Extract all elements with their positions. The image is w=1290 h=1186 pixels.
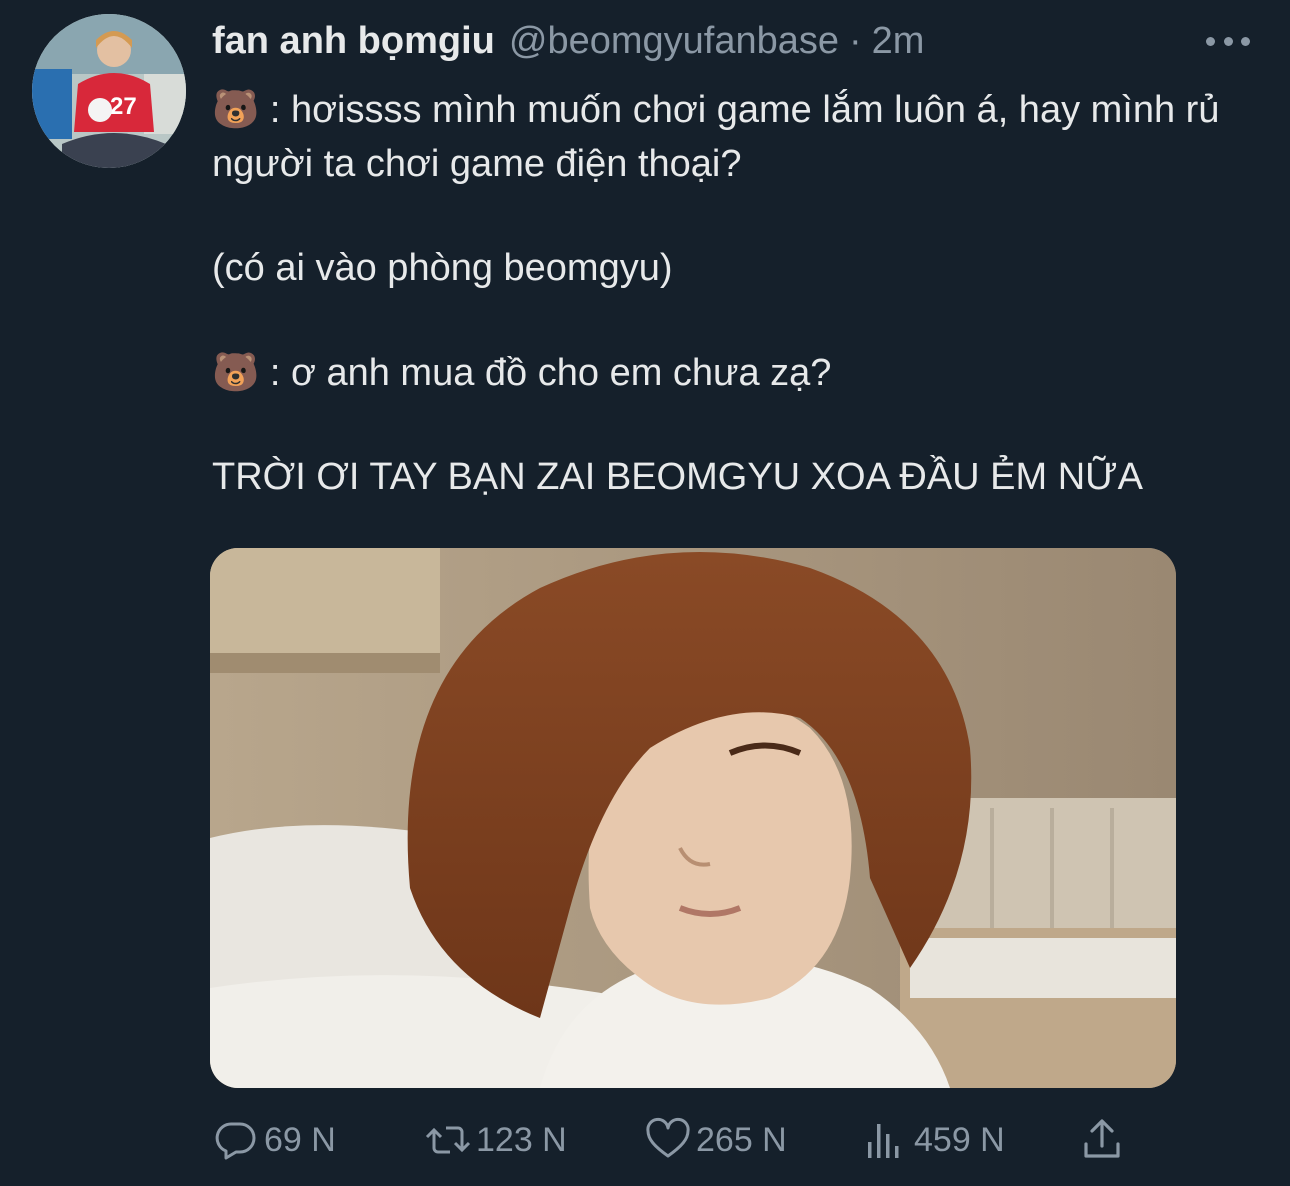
- retweet-count: 123 N: [476, 1120, 567, 1159]
- tweet-text: 🐻 : hơissss mình muốn chơi game lắm luôn…: [212, 82, 1272, 504]
- user-handle[interactable]: @beomgyufanbase: [509, 18, 839, 64]
- share-button[interactable]: [1078, 1110, 1130, 1170]
- tweet-line-3-text: : ơ anh mua đồ cho em chưa zạ?: [259, 352, 832, 394]
- views-button[interactable]: 459 N: [862, 1110, 1005, 1170]
- share-icon: [1084, 1119, 1120, 1158]
- reply-count: 69 N: [264, 1120, 336, 1159]
- like-button[interactable]: 265 N: [644, 1110, 787, 1170]
- tweet-line-2: (có ai vào phòng beomgyu): [212, 247, 673, 289]
- tweet-line-4: TRỜI ƠI TAY BẠN ZAI BEOMGYU XOA ĐẦU ẺM N…: [212, 456, 1143, 498]
- tweet-line-1-text: : hơissss mình muốn chơi game lắm luôn á…: [212, 89, 1220, 185]
- timestamp[interactable]: 2m: [872, 18, 925, 64]
- more-icon[interactable]: [1206, 34, 1250, 48]
- avatar[interactable]: 27: [32, 14, 186, 168]
- photo-image: [210, 548, 1176, 1088]
- bear-emoji: 🐻: [212, 350, 260, 394]
- views-icon: [868, 1124, 899, 1158]
- tweet-line-1: 🐻 : hơissss mình muốn chơi game lắm luôn…: [212, 82, 1272, 191]
- tweet-photo[interactable]: [210, 548, 1176, 1088]
- like-count: 265 N: [696, 1120, 787, 1159]
- tweet-line-3: 🐻 : ơ anh mua đồ cho em chưa zạ?: [212, 345, 1272, 400]
- tweet[interactable]: 27 fan anh bọmgiu @beomgyufanbase · 2m 🐻…: [0, 0, 1290, 1186]
- views-count: 459 N: [914, 1120, 1005, 1159]
- retweet-button[interactable]: 123 N: [424, 1110, 567, 1170]
- retweet-icon: [425, 1126, 471, 1154]
- avatar-image: 27: [32, 14, 186, 168]
- reply-button[interactable]: 69 N: [212, 1110, 336, 1170]
- tweet-header: fan anh bọmgiu @beomgyufanbase · 2m: [212, 18, 924, 64]
- tweet-actions: 69 N 123 N 265 N 459 N: [212, 1110, 1132, 1170]
- svg-text:27: 27: [110, 93, 137, 120]
- heart-icon: [646, 1117, 690, 1158]
- display-name[interactable]: fan anh bọmgiu: [212, 18, 495, 64]
- separator-dot: ·: [849, 20, 862, 62]
- reply-icon: [215, 1122, 256, 1160]
- bear-emoji: 🐻: [212, 87, 260, 131]
